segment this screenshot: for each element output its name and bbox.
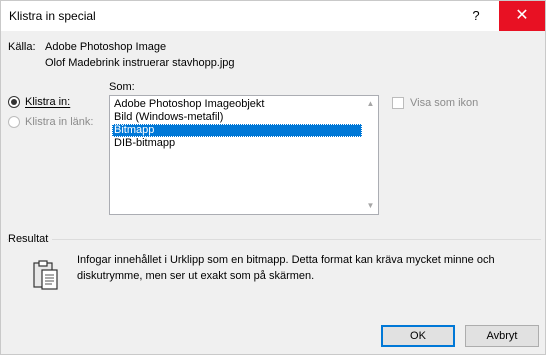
paste-radio-label: Klistra in: [25,96,71,108]
as-label: Som: [109,81,135,93]
display-as-icon-checkbox[interactable] [392,97,404,109]
display-as-icon-option[interactable]: Visa som ikon [392,97,478,109]
scroll-up-icon[interactable]: ▲ [363,98,378,110]
help-button[interactable]: ? [453,1,499,31]
result-description: Infogar innehållet i Urklipp som en bitm… [77,254,495,282]
display-as-icon-label: Visa som ikon [410,97,479,109]
paste-radio[interactable] [8,96,20,108]
title-bar: Klistra in special ? ✕ [1,1,545,31]
dialog-title: Klistra in special [9,9,96,23]
paste-link-radio-option[interactable]: Klistra in länk: [8,116,93,128]
as-format-listbox[interactable]: Adobe Photoshop Imageobjekt Bild (Window… [109,95,379,215]
paste-link-radio[interactable] [8,116,20,128]
scroll-down-icon[interactable]: ▼ [363,200,378,212]
paste-link-radio-label: Klistra in länk: [25,116,94,128]
result-label: Resultat [8,233,53,245]
source-file: Olof Madebrink instruerar stavhopp.jpg [45,57,235,69]
cancel-button[interactable]: Avbryt [465,325,539,347]
listbox-scrollbar[interactable]: ▲ ▼ [363,96,378,214]
clipboard-icon [31,259,61,294]
list-item[interactable]: DIB-bitmapp [112,137,362,150]
ok-button[interactable]: OK [381,325,455,347]
list-item[interactable]: Bitmapp [112,124,362,137]
close-icon: ✕ [515,7,529,24]
list-item[interactable]: Adobe Photoshop Imageobjekt [112,98,362,111]
paste-radio-option[interactable]: Klistra in: [8,96,70,108]
paste-special-dialog: Klistra in special ? ✕ Källa: Adobe Phot… [0,0,546,355]
source-label: Källa: [8,41,36,53]
source-app: Adobe Photoshop Image [45,41,167,53]
close-button[interactable]: ✕ [499,1,545,31]
list-item[interactable]: Bild (Windows-metafil) [112,111,362,124]
